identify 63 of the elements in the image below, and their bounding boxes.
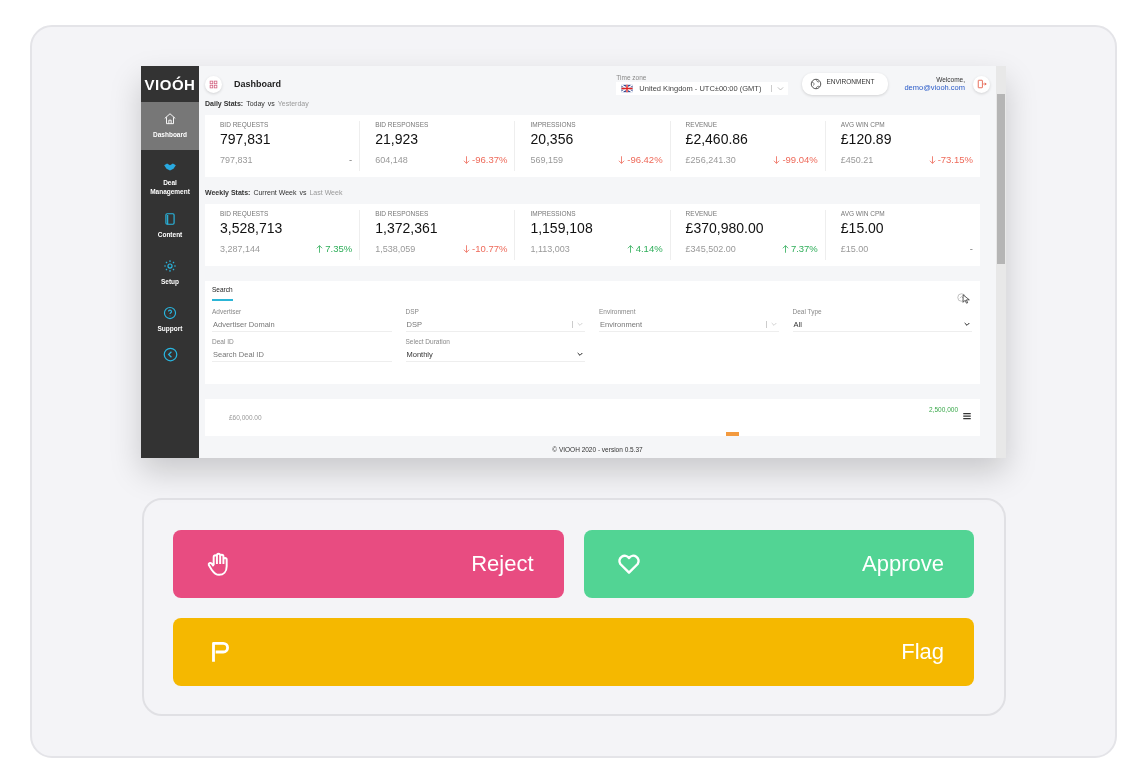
stat-previous: £15.00 [840, 243, 869, 254]
hand-icon [205, 551, 231, 577]
arrow-up-icon [780, 243, 790, 254]
chart-bar [726, 432, 740, 436]
stat-value: £120.89 [840, 131, 893, 149]
stat-change: - [349, 154, 353, 165]
stat-change: -96.42% [627, 154, 663, 165]
stat-previous: £345,502.00 [685, 243, 736, 254]
chevron-down-icon [576, 320, 584, 328]
scrollbar[interactable] [996, 66, 1006, 458]
stat-value: 3,528,713 [220, 220, 284, 238]
reject-button[interactable]: Reject [173, 530, 564, 598]
grid-icon [209, 79, 218, 89]
arrow-up-icon [315, 243, 325, 254]
stat-previous: 569,159 [530, 154, 563, 165]
stat-change: 4.14% [635, 243, 663, 254]
book-icon [163, 212, 177, 227]
stat-value: 20,356 [530, 131, 575, 149]
collapse-icon[interactable] [162, 347, 178, 363]
arrow-down-icon [772, 154, 782, 165]
stat-value: £370,980.00 [685, 220, 765, 238]
stat-change: 7.37% [790, 243, 818, 254]
home-icon [163, 112, 177, 127]
logout-icon [976, 79, 987, 89]
stat-value: 1,159,108 [530, 220, 594, 238]
flag-icon [619, 82, 636, 94]
stat-value: £15.00 [840, 220, 885, 238]
apps-button[interactable] [205, 75, 222, 93]
arrow-down-icon [617, 154, 627, 165]
chevron-down-icon [963, 320, 971, 328]
logo: VIOÓH [143, 74, 197, 95]
stat-change: -73.15% [937, 154, 973, 165]
stat-value: 1,372,361 [375, 220, 439, 238]
gear-icon [163, 259, 177, 274]
menu-icon[interactable] [962, 411, 972, 421]
stat-previous: £256,241.30 [685, 154, 736, 165]
chevron-down-icon [576, 350, 584, 358]
scrollbar-thumb[interactable] [997, 94, 1005, 264]
stat-previous: 797,831 [220, 154, 253, 165]
stat-previous: 604,148 [375, 154, 408, 165]
logout-button[interactable] [973, 75, 990, 93]
stat-change: -99.04% [782, 154, 818, 165]
stat-value: 21,923 [375, 131, 420, 149]
globe-icon [810, 78, 823, 90]
cursor-icon [961, 293, 971, 305]
stat-change: -96.37% [472, 154, 508, 165]
stat-change: - [969, 243, 973, 254]
stat-value: £2,460.86 [685, 131, 749, 149]
chevron-up-circle-icon[interactable] [957, 293, 966, 302]
arrow-up-icon [625, 243, 635, 254]
stat-change: -10.77% [472, 243, 508, 254]
page-title: Dashboard [234, 79, 281, 89]
stat-previous: £450.21 [840, 154, 874, 165]
chevron-down-icon [769, 320, 778, 328]
stat-previous: 1,538,059 [375, 243, 416, 254]
arrow-down-icon [462, 243, 471, 254]
stat-previous: 3,287,144 [220, 243, 261, 254]
stat-change: 7.35% [325, 243, 353, 254]
arrow-down-icon [927, 154, 937, 165]
stat-value: 797,831 [220, 131, 272, 149]
arrow-down-icon [462, 154, 471, 165]
stat-previous: 1,113,003 [530, 243, 570, 254]
help-icon [163, 306, 177, 321]
